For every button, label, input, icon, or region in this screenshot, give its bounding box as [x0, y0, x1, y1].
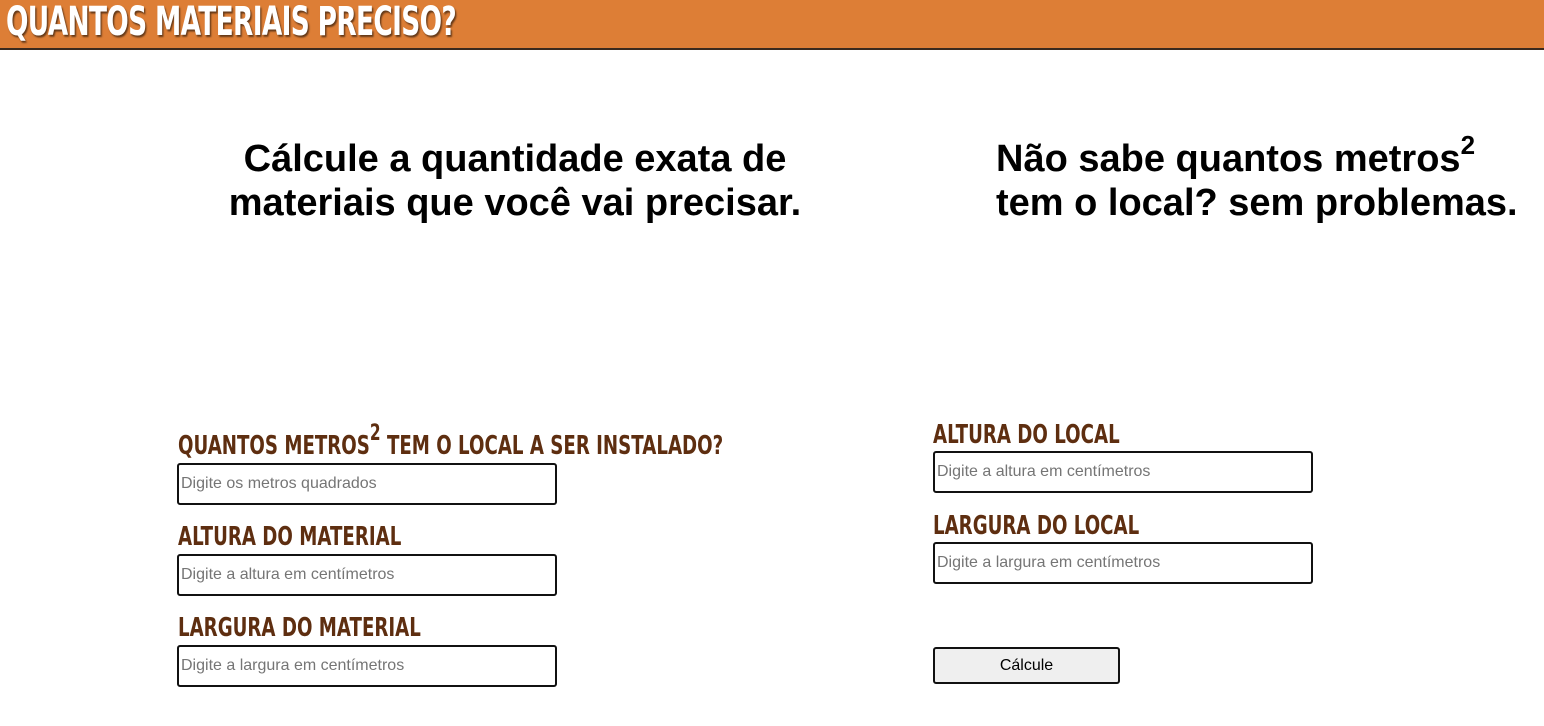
square-meters-label-sup: 2 [369, 421, 381, 447]
local-width-input[interactable] [933, 542, 1313, 584]
header-bar: Quantos materiais preciso? [0, 0, 1544, 50]
material-width-input[interactable] [177, 645, 557, 687]
material-height-input[interactable] [177, 554, 557, 596]
page-title: Quantos materiais preciso? [6, 0, 457, 45]
calculate-button[interactable]: Cálcule [933, 647, 1120, 684]
material-height-label: Altura do material [178, 522, 402, 552]
square-meters-label: Quantos metros2 tem o local a ser instal… [178, 423, 724, 461]
headline-area-help: Não sabe quantos metros2 tem o local? se… [996, 132, 1518, 225]
headline-area-help-line1: Não sabe quantos metros [996, 138, 1461, 180]
headline-area-help-line2: tem o local? sem problemas. [996, 182, 1518, 224]
headline-calculate: Cálcule a quantidade exata de materiais … [180, 137, 850, 225]
local-height-label: Altura do local [933, 420, 1120, 450]
square-meters-label-suffix: tem o local a ser instalado? [380, 431, 724, 461]
square-meters-label-prefix: Quantos metros [178, 431, 370, 461]
headline-calculate-line1: Cálcule a quantidade exata de [243, 138, 787, 180]
square-meters-input[interactable] [177, 463, 557, 505]
local-width-label: Largura do local [933, 511, 1140, 541]
squared-superscript: 2 [1460, 130, 1476, 161]
headline-calculate-line2: materiais que você vai precisar. [228, 182, 802, 224]
local-height-input[interactable] [933, 451, 1313, 493]
material-width-label: Largura do material [178, 613, 421, 643]
